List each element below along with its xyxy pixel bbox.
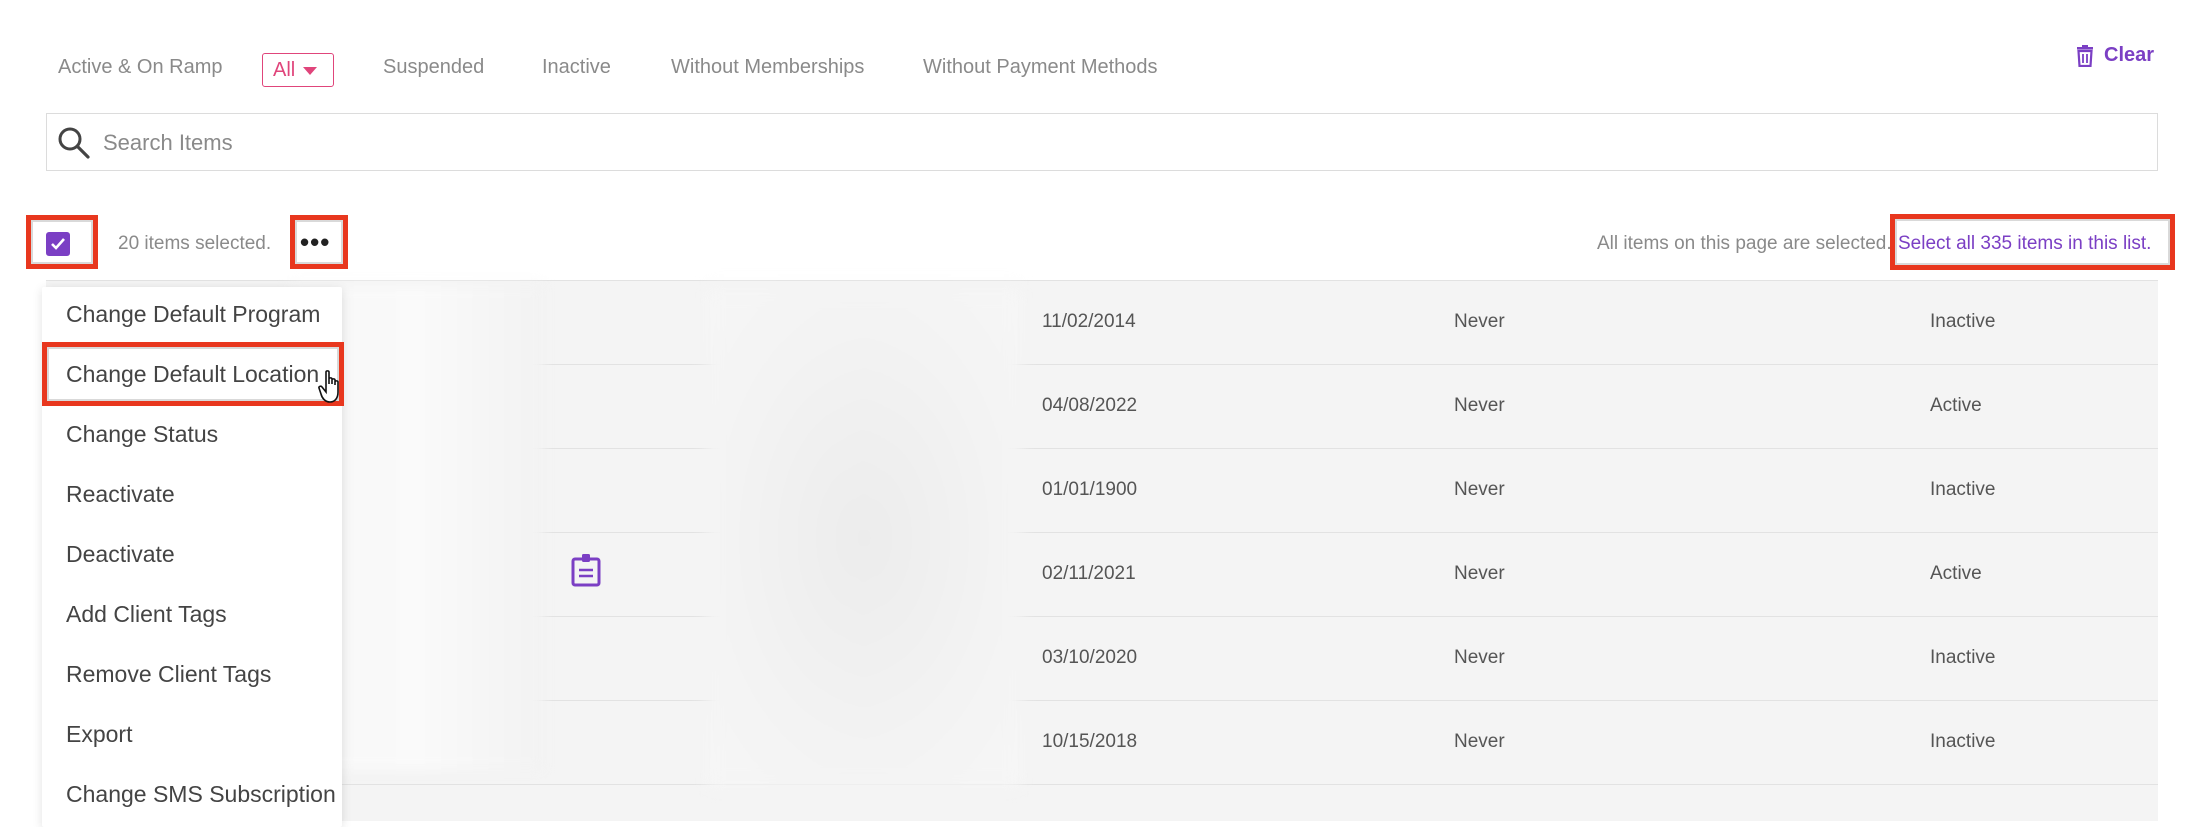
date-cell: 04/08/2022 <box>1042 395 1138 416</box>
clear-label: Clear <box>2104 44 2155 66</box>
check-icon <box>51 238 65 250</box>
status-cell: Active <box>1930 395 1982 416</box>
selected-count: 20 items selected. <box>118 233 272 254</box>
tab-inactive[interactable]: Inactive <box>542 56 611 79</box>
all-on-page-text: All items on this page are selected. <box>1597 233 1892 254</box>
last-visit-cell: Never <box>1454 395 1505 416</box>
search-icon <box>58 127 90 159</box>
highlight-change-default-location <box>42 342 344 406</box>
tab-suspended[interactable]: Suspended <box>383 56 484 79</box>
tab-active-on-ramp[interactable]: Active & On Ramp <box>58 56 223 79</box>
trash-icon <box>2077 44 2093 67</box>
status-cell: Active <box>1930 563 1982 584</box>
menu-item-change-sms-subscription[interactable]: Change SMS Subscription <box>66 781 336 808</box>
status-cell: Inactive <box>1930 479 1996 500</box>
clear-button[interactable]: Clear <box>2076 44 2154 67</box>
tab-without-payment-methods[interactable]: Without Payment Methods <box>923 56 1158 79</box>
more-actions-button[interactable]: ••• <box>300 229 330 255</box>
last-visit-cell: Never <box>1454 647 1505 668</box>
caret-down-icon <box>303 67 318 75</box>
status-cell: Inactive <box>1930 647 1996 668</box>
date-cell: 01/01/1900 <box>1042 479 1138 500</box>
blurred-avatar-column <box>706 288 1022 788</box>
menu-item-remove-client-tags[interactable]: Remove Client Tags <box>66 661 271 688</box>
tab-all-label: All <box>273 58 296 81</box>
menu-item-add-client-tags[interactable]: Add Client Tags <box>66 601 227 628</box>
tab-all[interactable]: All <box>262 53 334 87</box>
select-all-link[interactable]: Select all 335 items in this list. <box>1898 233 2151 255</box>
last-visit-cell: Never <box>1454 731 1505 752</box>
select-page-checkbox[interactable] <box>46 232 70 256</box>
last-visit-cell: Never <box>1454 479 1505 500</box>
search-input[interactable] <box>101 124 2105 162</box>
date-cell: 10/15/2018 <box>1042 731 1138 752</box>
hand-cursor-icon <box>318 370 339 403</box>
tab-without-memberships[interactable]: Without Memberships <box>671 56 864 79</box>
status-cell: Inactive <box>1930 311 1996 332</box>
status-cell: Inactive <box>1930 731 1996 752</box>
date-cell: 11/02/2014 <box>1042 311 1136 332</box>
menu-item-change-default-program[interactable]: Change Default Program <box>66 301 320 328</box>
menu-item-reactivate[interactable]: Reactivate <box>66 481 175 508</box>
date-cell: 03/10/2020 <box>1042 647 1138 668</box>
menu-item-export[interactable]: Export <box>66 721 132 748</box>
badge-icon[interactable] <box>570 553 602 587</box>
last-visit-cell: Never <box>1454 563 1505 584</box>
menu-item-deactivate[interactable]: Deactivate <box>66 541 175 568</box>
date-cell: 02/11/2021 <box>1042 563 1136 584</box>
last-visit-cell: Never <box>1454 311 1505 332</box>
menu-item-change-status[interactable]: Change Status <box>66 421 218 448</box>
search-box <box>46 113 2158 171</box>
